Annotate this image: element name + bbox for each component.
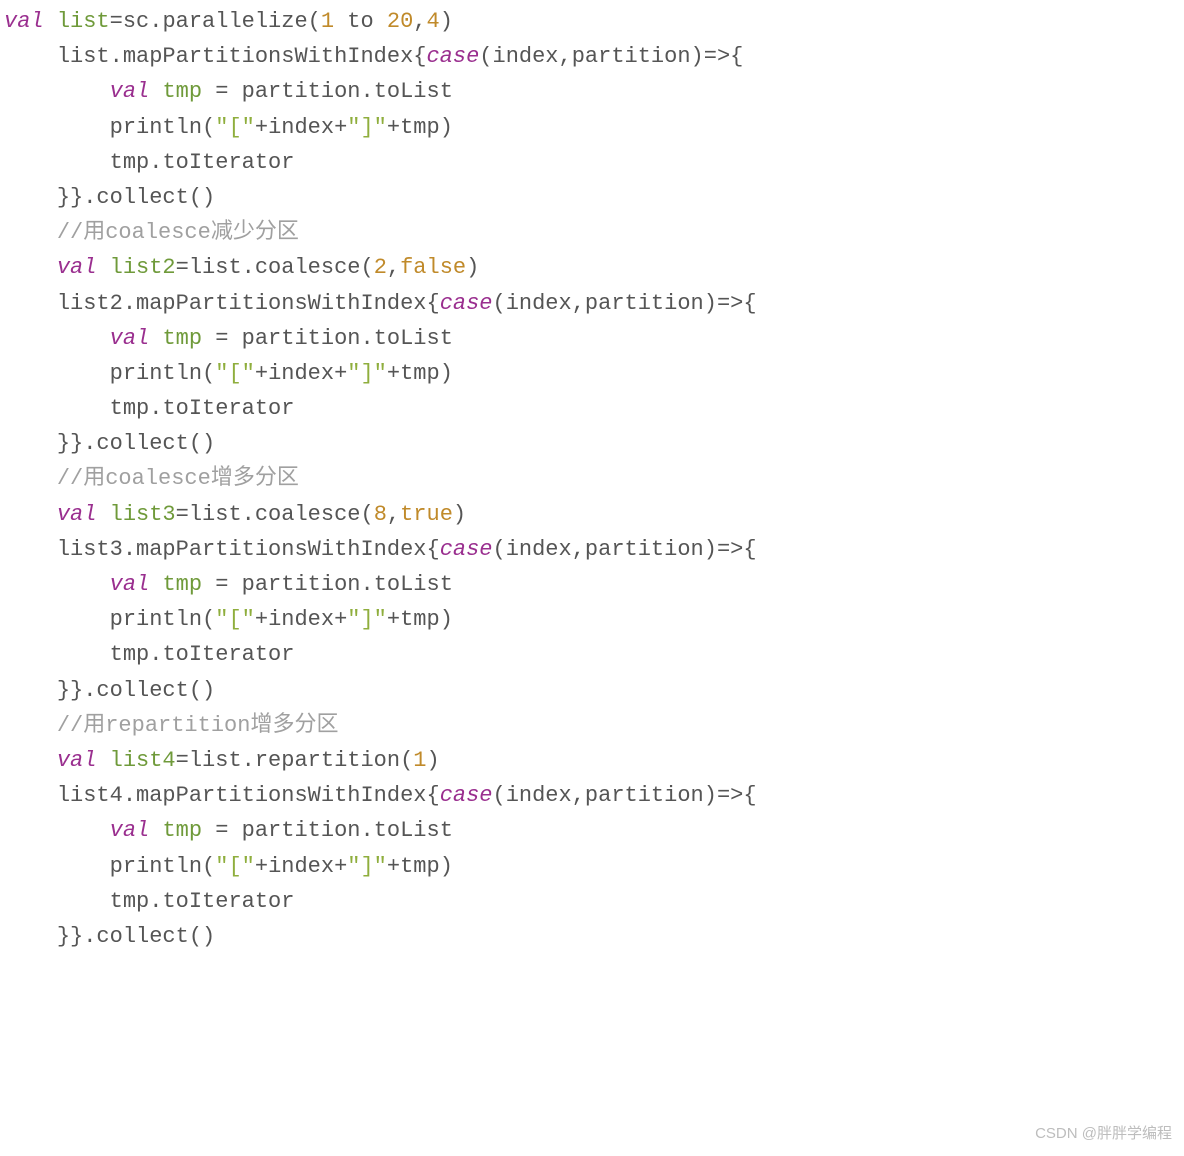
comment: //用repartition增多分区 xyxy=(57,713,339,738)
var-list4: list4 xyxy=(110,748,176,773)
var-list2: list2 xyxy=(110,255,176,280)
var-list3: list3 xyxy=(110,502,176,527)
var-tmp: tmp xyxy=(162,79,202,104)
keyword-val: val xyxy=(4,9,44,34)
bool-true: true xyxy=(400,502,453,527)
watermark: CSDN @胖胖学编程 xyxy=(1035,1122,1172,1146)
code-block: val list=sc.parallelize(1 to 20,4) list.… xyxy=(0,0,1184,958)
comment: //用coalesce增多分区 xyxy=(57,466,299,491)
string-literal: "[" xyxy=(215,115,255,140)
comment: //用coalesce减少分区 xyxy=(57,220,299,245)
bool-false: false xyxy=(400,255,466,280)
var-list: list xyxy=(57,9,110,34)
keyword-case: case xyxy=(426,44,479,69)
